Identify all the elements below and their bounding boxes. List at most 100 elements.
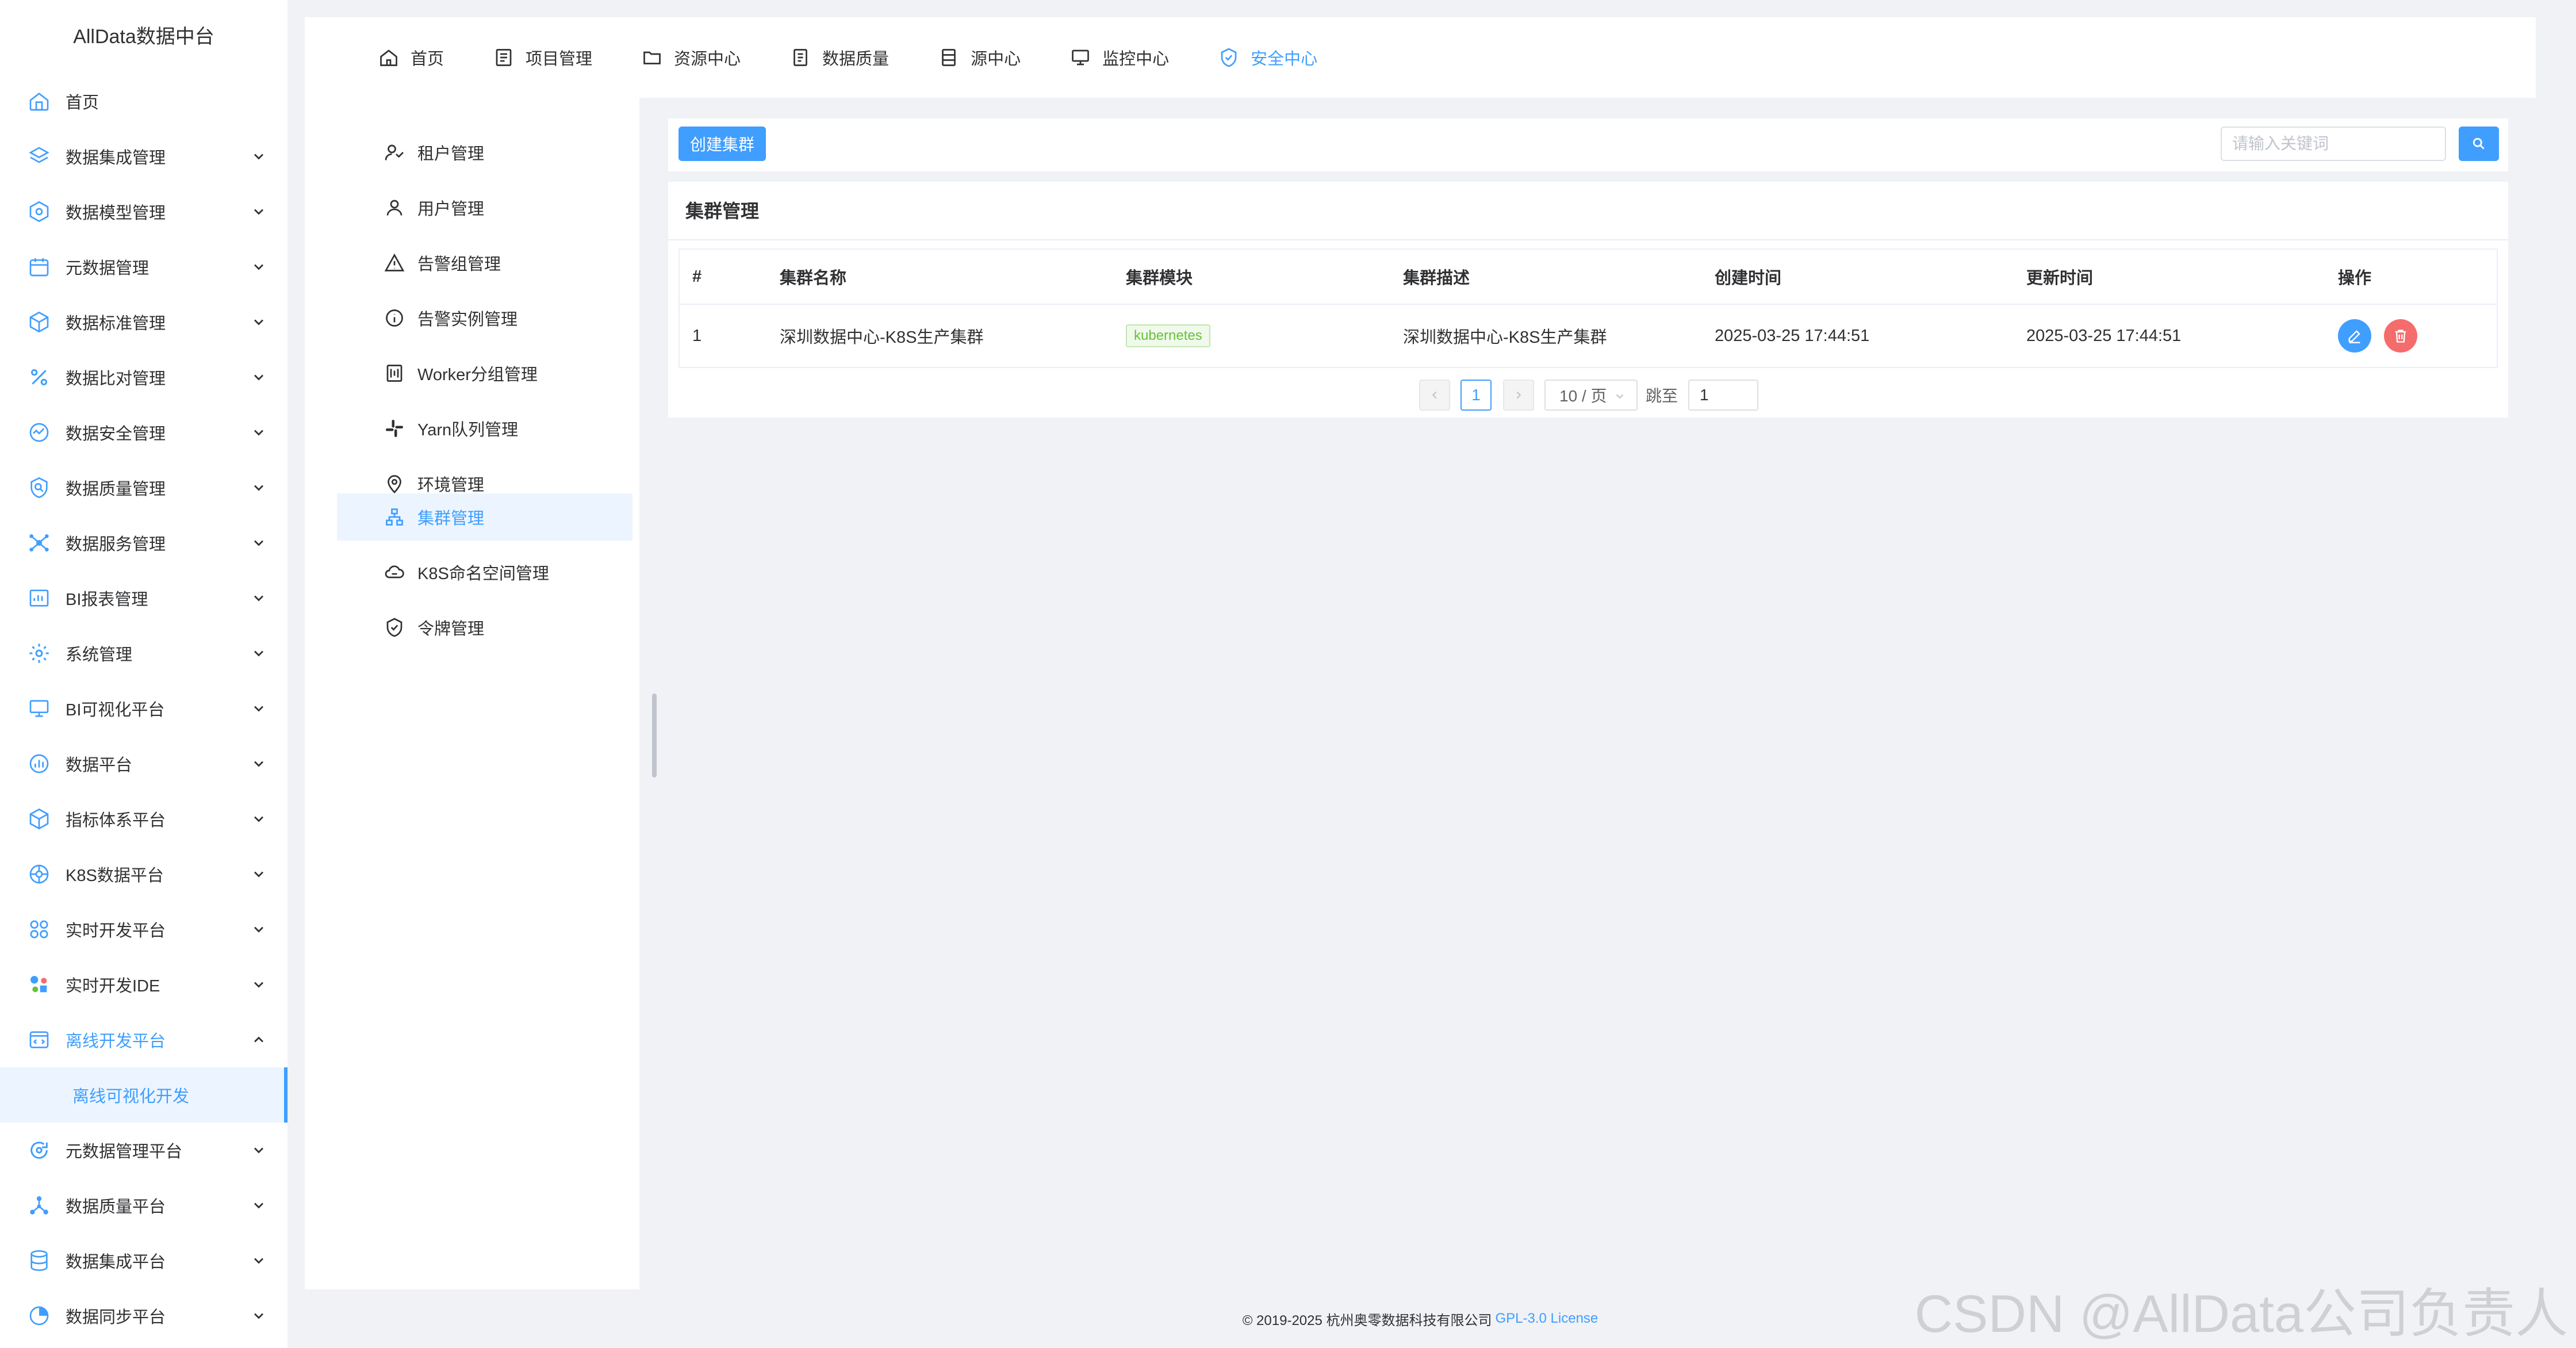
shield-icon (383, 616, 406, 639)
sidebar-item-data-security[interactable]: 数据安全管理 (0, 405, 288, 460)
prev-page-button[interactable] (1419, 380, 1450, 411)
submenu-item-user[interactable]: 用户管理 (337, 184, 632, 231)
chevron-down-icon (254, 1313, 263, 1319)
submenu-item-alert-group[interactable]: 告警组管理 (337, 239, 632, 286)
chevron-up-icon (254, 1036, 263, 1043)
sidebar-item-quality-platform[interactable]: 数据质量平台 (0, 1178, 288, 1233)
sidebar-item-label: 数据集成管理 (66, 149, 166, 167)
page-size-select[interactable]: 10 / 页 (1544, 380, 1638, 411)
server-icon (937, 46, 960, 69)
sidebar-item-k8s[interactable]: K8S数据平台 (0, 847, 288, 902)
sidebar-item-label: K8S数据平台 (66, 867, 164, 885)
chevron-down-icon (254, 871, 263, 878)
submenu-item-k8s-namespace[interactable]: K8S命名空间管理 (337, 549, 632, 596)
report-icon (25, 584, 53, 612)
home-icon (377, 46, 400, 69)
submenu-label: 告警实例管理 (417, 311, 518, 329)
next-page-button[interactable] (1503, 380, 1534, 411)
sidebar-item-data-platform[interactable]: 数据平台 (0, 736, 288, 791)
location-icon (383, 472, 406, 495)
sidebar-item-label: 元数据管理平台 (66, 1143, 183, 1161)
sidebar-item-integration-platform[interactable]: 数据集成平台 (0, 1233, 288, 1288)
sidebar-item-bi-report[interactable]: BI报表管理 (0, 570, 288, 626)
chevron-down-icon (254, 209, 263, 215)
submenu-item-token[interactable]: 令牌管理 (337, 604, 632, 651)
sidebar-item-data-quality[interactable]: 数据质量管理 (0, 460, 288, 515)
percent-icon (25, 363, 53, 391)
created-time: 2025-03-25 17:44:51 (1715, 326, 1870, 345)
tab-projects[interactable]: 项目管理 (492, 40, 592, 75)
tab-home[interactable]: 首页 (377, 40, 444, 75)
sidebar-item-offline[interactable]: 离线开发平台 (0, 1012, 288, 1067)
column-header: # (692, 267, 702, 286)
card-title: 集群管理 (685, 201, 760, 221)
row-actions (2338, 305, 2430, 367)
grid-circles-icon (25, 916, 53, 943)
sidebar-item-bi-visual[interactable]: BI可视化平台 (0, 681, 288, 736)
sidebar-item-label: 实时开发IDE (66, 977, 160, 995)
sidebar-item-home[interactable]: 首页 (0, 74, 288, 129)
sidebar: AllData数据中台 首页 数据集成管理 数据模型管理 元数据管理 数据标准管… (0, 0, 288, 1348)
copyright-text: © 2019-2025 杭州奥零数据科技有限公司 (1242, 1312, 1492, 1328)
submenu-item-tenant[interactable]: 租户管理 (337, 129, 632, 176)
shield-chart-icon (25, 419, 53, 446)
tab-label: 首页 (411, 50, 444, 68)
page-number[interactable]: 1 (1460, 380, 1492, 411)
tab-label: 源中心 (971, 50, 1021, 68)
chevron-down-icon (254, 595, 263, 602)
sidebar-item-indicator[interactable]: 指标体系平台 (0, 791, 288, 847)
brand-title: AllData数据中台 (73, 26, 214, 48)
submenu-item-cluster[interactable]: 集群管理 (337, 493, 632, 541)
sidebar-item-metadata[interactable]: 元数据管理 (0, 239, 288, 294)
search-button[interactable] (2459, 127, 2499, 161)
search-input[interactable] (2221, 127, 2446, 161)
sidebar-item-data-service[interactable]: 数据服务管理 (0, 515, 288, 570)
submenu-item-alert-instance[interactable]: 告警实例管理 (337, 294, 632, 342)
sidebar-item-system[interactable]: 系统管理 (0, 626, 288, 681)
sidebar-item-label: 系统管理 (66, 646, 133, 664)
resize-handle[interactable] (652, 694, 657, 778)
sidebar-item-sync-platform[interactable]: 数据同步平台 (0, 1288, 288, 1343)
chevron-down-icon (254, 1258, 263, 1264)
column-header: 操作 (2338, 269, 2372, 288)
chevron-down-icon (254, 706, 263, 712)
submenu-item-yarn-queue[interactable]: Yarn队列管理 (337, 405, 632, 452)
chevron-down-icon (254, 374, 263, 381)
tab-resources[interactable]: 资源中心 (641, 40, 741, 75)
chevron-down-icon (254, 264, 263, 270)
sidebar-item-data-model[interactable]: 数据模型管理 (0, 184, 288, 239)
share-icon (25, 1192, 53, 1219)
chevron-down-icon (254, 540, 263, 546)
delete-button[interactable] (2384, 319, 2417, 353)
sidebar-item-data-standard[interactable]: 数据标准管理 (0, 294, 288, 350)
tenant-icon (383, 141, 406, 164)
jump-page-input[interactable] (1688, 380, 1758, 411)
tab-security[interactable]: 安全中心 (1217, 40, 1317, 75)
page-scrollbar[interactable] (2536, 98, 2576, 1289)
sidebar-subitem-offline-visual[interactable]: 离线可视化开发 (0, 1067, 288, 1123)
edit-button[interactable] (2338, 319, 2371, 353)
ide-icon (25, 971, 53, 998)
sidebar-item-data-compare[interactable]: 数据比对管理 (0, 350, 288, 405)
create-cluster-button[interactable]: 创建集群 (678, 127, 766, 161)
submenu-item-worker-group[interactable]: Worker分组管理 (337, 350, 632, 397)
sidebar-item-realtime[interactable]: 实时开发平台 (0, 902, 288, 957)
sidebar-item-metadata-platform[interactable]: 元数据管理平台 (0, 1123, 288, 1178)
sidebar-item-label: 数据质量管理 (66, 480, 166, 499)
cluster-description: 深圳数据中心-K8S生产集群 (1403, 328, 1607, 347)
tab-source-center[interactable]: 源中心 (937, 40, 1021, 75)
column-header: 集群名称 (780, 269, 847, 288)
sidebar-item-label: 数据服务管理 (66, 535, 166, 554)
sidebar-item-realtime-ide[interactable]: 实时开发IDE (0, 957, 288, 1012)
sidebar-item-data-integration[interactable]: 数据集成管理 (0, 129, 288, 184)
table-header: # 集群名称 集群模块 集群描述 创建时间 更新时间 操作 (680, 250, 2497, 305)
network-icon (25, 529, 53, 557)
tab-data-quality[interactable]: 数据质量 (789, 40, 889, 75)
submenu-label: Worker分组管理 (417, 366, 538, 384)
submenu-label: 令牌管理 (417, 620, 485, 638)
tab-monitor[interactable]: 监控中心 (1069, 40, 1169, 75)
chevron-down-icon (254, 926, 263, 933)
license-link[interactable]: GPL-3.0 License (1496, 1311, 1598, 1327)
box-icon (25, 805, 53, 833)
sidebar-item-label: 数据质量平台 (66, 1198, 166, 1216)
